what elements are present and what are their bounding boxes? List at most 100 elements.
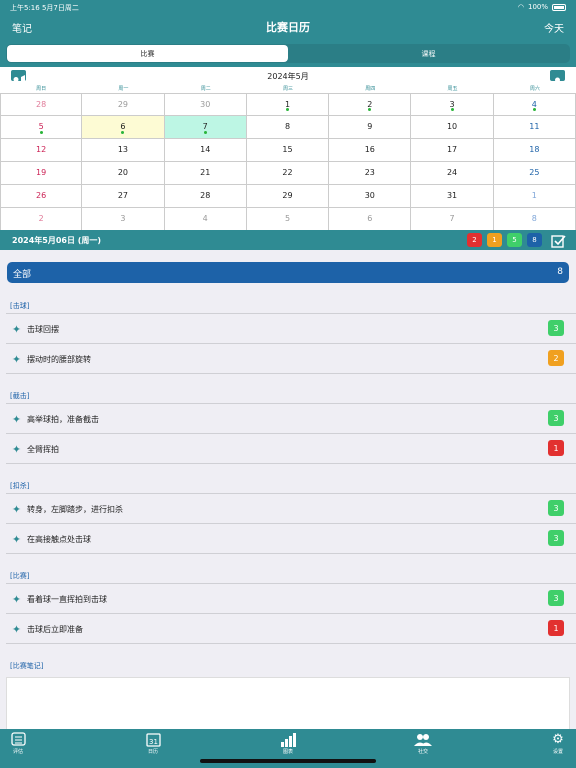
checklist-row[interactable]: ✦ 摆动时的腰部旋转 2 — [6, 344, 576, 374]
calendar-day-number: 13 — [117, 145, 129, 154]
calendar-day[interactable]: 4 — [493, 93, 576, 116]
calendar-day[interactable]: 5 — [0, 116, 83, 139]
calendar-day[interactable]: 2 — [0, 208, 83, 231]
folder-icon[interactable] — [550, 70, 565, 83]
calendar-day[interactable]: 23 — [329, 162, 412, 185]
calendar-day-number: 23 — [364, 168, 375, 177]
rating-badge[interactable]: 1 — [548, 440, 564, 456]
calendar-day[interactable]: 7 — [164, 116, 247, 139]
calendar-day[interactable]: 26 — [0, 185, 83, 208]
calendar-day[interactable]: 31 — [411, 185, 494, 208]
calendar-day[interactable]: 1 — [493, 185, 576, 208]
calendar-day-number: 28 — [36, 100, 47, 109]
rating-badge[interactable]: 3 — [548, 320, 564, 336]
weekday-header: 周三 — [282, 86, 293, 92]
calendar-day[interactable]: 22 — [246, 162, 330, 185]
calendar-day[interactable]: 16 — [329, 139, 412, 162]
checklist-row[interactable]: ✦ 转身，左脚踏步，进行扣杀 3 — [6, 494, 576, 524]
home-indicator — [200, 759, 376, 763]
calendar-day[interactable]: 19 — [0, 162, 83, 185]
calendar-day[interactable]: 6 — [329, 208, 412, 231]
checklist-text: 击球后立即准备 — [27, 625, 83, 634]
calendar-day-number: 21 — [200, 168, 211, 177]
calendar-day[interactable]: 3 — [82, 208, 165, 231]
tab-social[interactable]: 社交 — [403, 732, 443, 755]
rating-badge[interactable]: 3 — [548, 500, 564, 516]
calendar-day[interactable]: 13 — [82, 139, 165, 162]
rating-badge[interactable]: 3 — [548, 530, 564, 546]
calendar-day[interactable]: 10 — [411, 116, 494, 139]
calendar-day[interactable]: 8 — [493, 208, 576, 231]
rating-badge[interactable]: 3 — [548, 410, 564, 426]
tab-chart-label: 图表 — [282, 749, 293, 755]
calendar-day-number: 7 — [202, 122, 208, 131]
gear-icon: ⚙ — [552, 732, 564, 747]
calendar-day[interactable]: 9 — [329, 116, 412, 139]
rating-badge[interactable]: 1 — [548, 620, 564, 636]
calendar-day[interactable]: 6 — [82, 116, 165, 139]
weekday-header: 周四 — [365, 86, 376, 92]
calendar-day[interactable]: 25 — [493, 162, 576, 185]
notes-title: [比赛笔记] — [10, 662, 44, 670]
calendar-day[interactable]: 8 — [246, 116, 330, 139]
calendar-day[interactable]: 20 — [82, 162, 165, 185]
checklist-row[interactable]: ✦ 全臂挥拍 1 — [6, 434, 576, 464]
today-button[interactable]: 今天 — [544, 20, 564, 35]
calendar-day-number: 8 — [531, 214, 537, 223]
calendar-day[interactable]: 2 — [329, 93, 412, 116]
event-dot — [203, 131, 207, 134]
segment-lesson[interactable]: 课程 — [288, 45, 569, 62]
calendar-day[interactable]: 30 — [329, 185, 412, 208]
calendar-day[interactable]: 1 — [246, 93, 330, 116]
calendar-day-number: 1 — [531, 191, 537, 200]
tab-calendar[interactable]: 31 日历 — [133, 732, 173, 755]
calendar-day[interactable]: 12 — [0, 139, 83, 162]
swing-icon: ✦ — [11, 353, 22, 366]
tab-settings[interactable]: ⚙ 设置 — [538, 732, 576, 755]
checklist-row[interactable]: ✦ 在高接触点处击球 3 — [6, 524, 576, 554]
calendar-day[interactable]: 21 — [164, 162, 247, 185]
calendar-day[interactable]: 17 — [411, 139, 494, 162]
all-count: 8 — [557, 267, 563, 277]
checklist-row[interactable]: ✦ 高举球拍，准备截击 3 — [6, 404, 576, 434]
calendar-day[interactable]: 27 — [82, 185, 165, 208]
count-orange-badge: 1 — [487, 233, 502, 247]
calendar-day[interactable]: 11 — [493, 116, 576, 139]
calendar-day-number: 31 — [446, 191, 458, 200]
calendar-day[interactable]: 7 — [411, 208, 494, 231]
calendar-day-number: 11 — [529, 122, 540, 131]
checklist-row[interactable]: ✦ 看着球一直挥拍到击球 3 — [6, 584, 576, 614]
rating-badge[interactable]: 3 — [548, 590, 564, 606]
calendar-day[interactable]: 15 — [246, 139, 330, 162]
match-icon: ✦ — [11, 593, 22, 606]
notes-input[interactable] — [6, 677, 570, 732]
calendar-day[interactable]: 30 — [164, 93, 247, 116]
calendar-day[interactable]: 3 — [411, 93, 494, 116]
calendar-day[interactable]: 14 — [164, 139, 247, 162]
calendar-day[interactable]: 29 — [246, 185, 330, 208]
segment-match[interactable]: 比赛 — [7, 45, 288, 62]
calendar-day[interactable]: 5 — [246, 208, 330, 231]
nav-bar: 笔记 比赛日历 今天 — [0, 14, 576, 40]
rating-badge[interactable]: 2 — [548, 350, 564, 366]
checklist-row[interactable]: ✦ 击球回摆 3 — [6, 314, 576, 344]
checkbox-icon[interactable] — [551, 233, 566, 248]
tab-social-label: 社交 — [417, 749, 428, 755]
calendar-day[interactable]: 28 — [0, 93, 83, 116]
calendar-day[interactable]: 24 — [411, 162, 494, 185]
all-items-bar[interactable]: 全部 8 — [7, 262, 569, 283]
tab-evaluate[interactable]: 评估 — [0, 732, 38, 755]
checklist-text: 看着球一直挥拍到击球 — [27, 595, 107, 604]
calendar-day[interactable]: 28 — [164, 185, 247, 208]
calendar-day-number: 14 — [200, 145, 211, 154]
calendar-day[interactable]: 18 — [493, 139, 576, 162]
segment-control: 比赛 课程 — [6, 44, 570, 63]
match-icon: ✦ — [11, 623, 22, 636]
chart-icon — [268, 732, 308, 748]
calendar-day[interactable]: 29 — [82, 93, 165, 116]
swing-icon: ✦ — [11, 323, 22, 336]
tab-chart[interactable]: 图表 — [268, 732, 308, 755]
checklist-row[interactable]: ✦ 击球后立即准备 1 — [6, 614, 576, 644]
calendar-day[interactable]: 4 — [164, 208, 247, 231]
list-icon — [0, 732, 38, 748]
